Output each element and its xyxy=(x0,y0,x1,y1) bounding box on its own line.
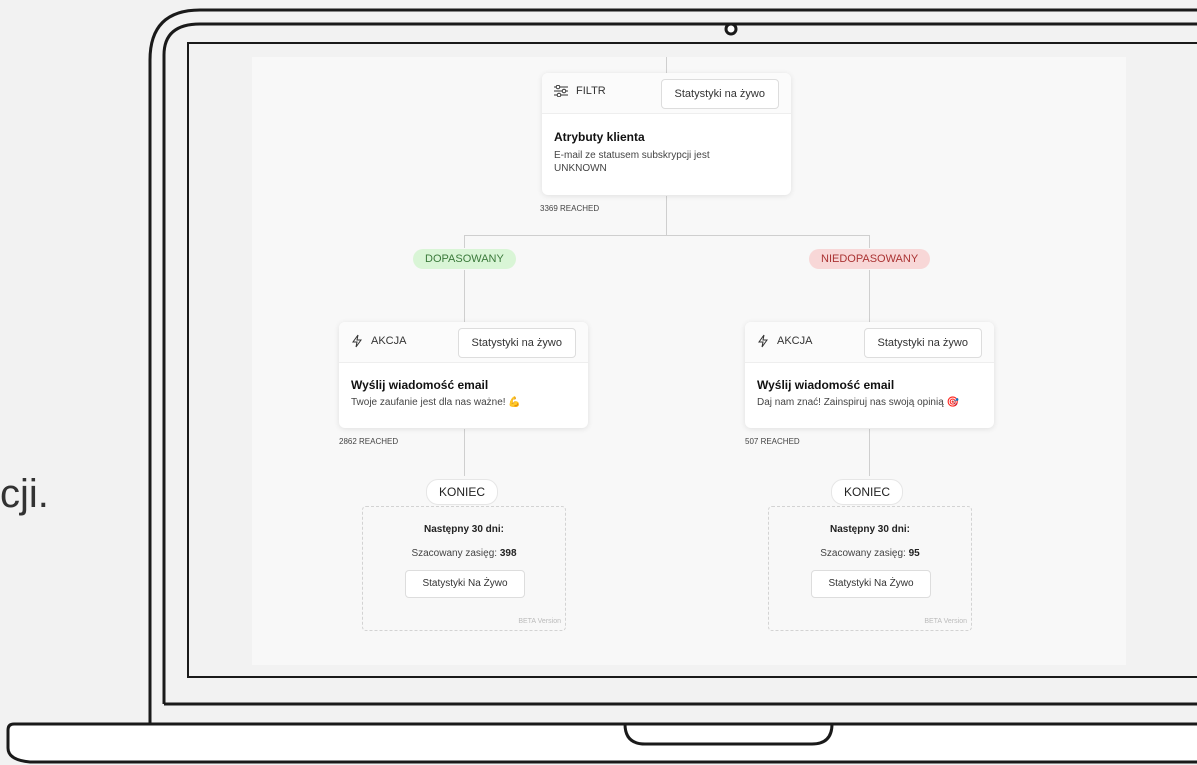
action-card-header: AKCJA Statystyki na żywo xyxy=(745,322,994,363)
connector-line xyxy=(869,429,870,476)
journey-canvas: FILTR Statystyki na żywo Atrybuty klient… xyxy=(252,57,1126,665)
connector-line xyxy=(464,270,465,322)
estimate-live-stats-button[interactable]: Statystyki Na Żywo xyxy=(405,570,525,598)
connector-line xyxy=(869,235,870,248)
filter-kind-label: FILTR xyxy=(576,85,606,97)
action-description: Twoje zaufanie jest dla nas ważne! 💪 xyxy=(351,397,521,408)
filter-title: Atrybuty klienta xyxy=(554,130,645,144)
matched-branch-label: DOPASOWANY xyxy=(413,249,516,269)
estimate-reach-label: Szacowany zasięg: xyxy=(820,548,906,559)
action-kind-label: AKCJA xyxy=(777,335,813,347)
action-kind-label: AKCJA xyxy=(371,335,407,347)
action-reached-count: 2862 REACHED xyxy=(339,437,399,446)
action-card-right[interactable]: AKCJA Statystyki na żywo Wyślij wiadomoś… xyxy=(745,322,994,428)
end-node-left: KONIEC xyxy=(426,479,499,505)
estimate-reach-value: 398 xyxy=(499,548,517,559)
connector-line xyxy=(464,235,465,248)
action-title: Wyślij wiadomość email xyxy=(351,378,489,392)
beta-version-label: BETA Version xyxy=(924,618,967,625)
filter-kind: FILTR xyxy=(554,85,606,97)
estimate-reach-label: Szacowany zasięg: xyxy=(411,548,498,559)
unmatched-branch-label: NIEDOPASOWANY xyxy=(809,249,931,269)
lightning-icon xyxy=(758,334,768,348)
action-live-stats-button[interactable]: Statystyki na żywo xyxy=(863,328,982,358)
camera-icon xyxy=(724,22,738,36)
action-description: Daj nam znać! Zainspiruj nas swoją opini… xyxy=(757,397,959,408)
action-reached-count: 507 REACHED xyxy=(745,437,800,446)
end-node-right: KONIEC xyxy=(831,479,904,505)
estimate-reach: Szacowany zasięg: 398 xyxy=(363,548,565,559)
beta-version-label: BETA Version xyxy=(518,618,561,625)
filter-card[interactable]: FILTR Statystyki na żywo Atrybuty klient… xyxy=(542,73,791,195)
filter-card-header: FILTR Statystyki na żywo xyxy=(542,73,791,114)
action-live-stats-button[interactable]: Statystyki na żywo xyxy=(457,328,576,358)
estimate-live-stats-button[interactable]: Statystyki Na Żywo xyxy=(811,570,931,598)
connector-line xyxy=(666,57,667,73)
estimate-title: Następny 30 dni: xyxy=(423,524,505,535)
filter-live-stats-button[interactable]: Statystyki na żywo xyxy=(660,79,779,109)
action-title: Wyślij wiadomość email xyxy=(757,378,895,392)
filter-description: E-mail ze statusem subskrypcji jest UNKN… xyxy=(554,150,710,174)
lightning-icon xyxy=(352,334,362,348)
estimate-box-right: Następny 30 dni: Szacowany zasięg: 95 St… xyxy=(768,506,972,631)
filter-reached-count: 3369 REACHED xyxy=(540,204,600,213)
estimate-title: Następny 30 dni: xyxy=(829,524,911,535)
action-card-left[interactable]: AKCJA Statystyki na żywo Wyślij wiadomoś… xyxy=(339,322,588,428)
estimate-box-left: Następny 30 dni: Szacowany zasięg: 398 S… xyxy=(362,506,566,631)
action-card-header: AKCJA Statystyki na żywo xyxy=(339,322,588,363)
connector-line xyxy=(666,196,667,235)
filter-sliders-icon xyxy=(554,85,568,97)
connector-line xyxy=(869,270,870,322)
estimate-reach-value: 95 xyxy=(908,548,920,559)
connector-line xyxy=(464,235,869,236)
action-kind: AKCJA xyxy=(351,334,406,348)
action-kind: AKCJA xyxy=(757,334,812,348)
connector-line xyxy=(464,429,465,476)
estimate-reach: Szacowany zasięg: 95 xyxy=(769,548,971,559)
